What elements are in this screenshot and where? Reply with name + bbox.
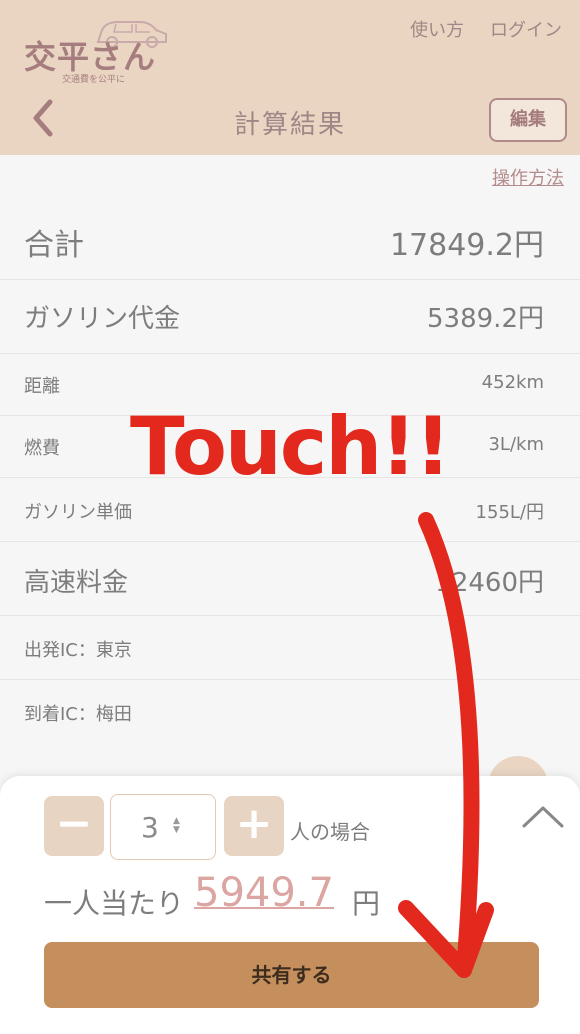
fuel-efficiency-value: 3L/km: [488, 434, 544, 455]
people-count-value: 3: [141, 811, 159, 844]
gasoline-price-value: 155L/円: [475, 502, 544, 523]
per-person-unit: 円: [352, 887, 381, 920]
share-button[interactable]: 共有する: [44, 942, 539, 1008]
logo-subtitle: 交通費を公平に: [62, 75, 126, 85]
arrival-ic-label: 到着IC：梅田: [24, 704, 132, 725]
departure-ic-row: 出発IC：東京: [0, 616, 580, 680]
increment-button[interactable]: +: [224, 796, 284, 856]
highway-toll-value: 12460円: [435, 568, 544, 598]
edit-button[interactable]: 編集: [489, 98, 567, 142]
highway-toll-row: 高速料金 12460円: [0, 542, 580, 616]
gasoline-price-label: ガソリン単価: [24, 502, 132, 523]
total-value: 17849.2円: [389, 228, 544, 263]
per-person-label: 一人当たり: [44, 887, 185, 920]
gasoline-cost-value: 5389.2円: [427, 304, 544, 334]
departure-ic-label: 出発IC：東京: [24, 640, 132, 661]
chevron-up-icon[interactable]: [520, 802, 566, 832]
per-person-value: 5949.7: [194, 870, 334, 916]
gasoline-cost-row: ガソリン代金 5389.2円: [0, 280, 580, 354]
bottom-sheet: − 3 ▲ ▼ + 人の場合 一人当たり 5949.7 円 共有する: [0, 776, 580, 1034]
app-logo[interactable]: 交平さん 交通費を公平に: [22, 14, 172, 85]
distance-value: 452km: [481, 372, 544, 393]
distance-label: 距離: [24, 376, 60, 397]
people-count-input[interactable]: 3 ▲ ▼: [110, 794, 216, 860]
total-row: 合計 17849.2円: [0, 200, 580, 280]
fuel-efficiency-label: 燃費: [24, 438, 60, 459]
how-to-use-link[interactable]: 使い方: [410, 16, 464, 42]
total-label: 合計: [24, 228, 84, 263]
login-link[interactable]: ログイン: [490, 16, 562, 42]
highway-toll-label: 高速料金: [24, 568, 129, 598]
people-label: 人の場合: [290, 820, 370, 844]
gasoline-cost-label: ガソリン代金: [24, 304, 181, 334]
app-header: 交平さん 交通費を公平に 使い方 ログイン 計算結果 編集: [0, 0, 580, 155]
decrement-button[interactable]: −: [44, 796, 104, 856]
spinner-icon[interactable]: ▲ ▼: [173, 817, 180, 835]
arrival-ic-row: 到着IC：梅田: [0, 680, 580, 742]
touch-annotation: Touch!!: [130, 400, 451, 493]
operation-guide-link[interactable]: 操作方法: [492, 164, 564, 190]
